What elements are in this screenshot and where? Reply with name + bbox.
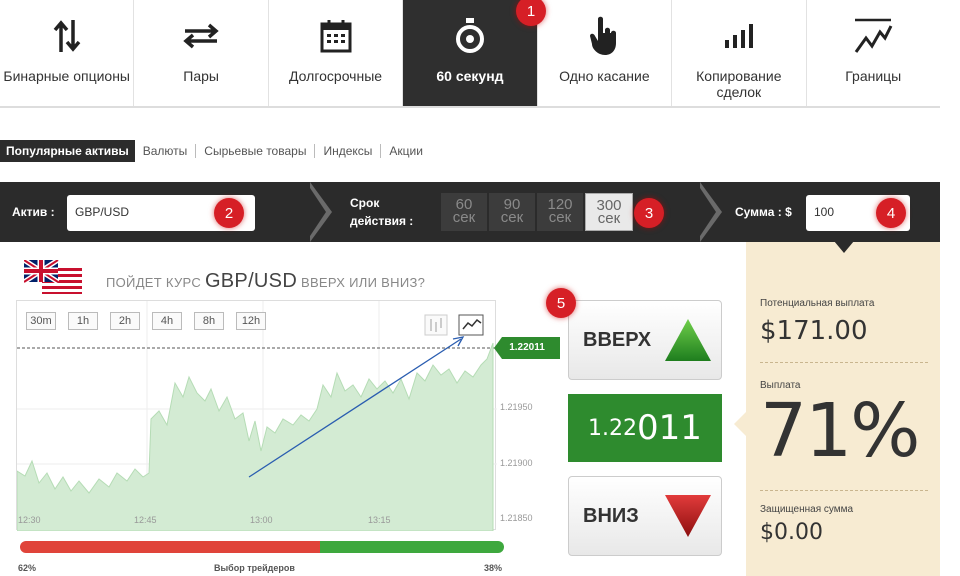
y-tick-label: 1.21900	[500, 458, 533, 468]
category-currencies[interactable]: Валюты	[135, 144, 196, 158]
asset-label: Актив :	[12, 205, 55, 219]
asset-categories: Популярные активы Валюты Сырьевые товары…	[0, 140, 431, 162]
potential-payout-label: Потенциальная выплата	[760, 298, 875, 309]
amount-label: Сумма : $	[735, 205, 792, 219]
product-tabs: Бинарные опционы Пары Долгосрочные 60 се…	[0, 0, 940, 108]
timeframe-button[interactable]: 8h	[194, 312, 224, 330]
traders-choice-left-pct: 62%	[18, 563, 37, 573]
chevron-divider	[306, 182, 326, 242]
up-down-arrows-icon	[52, 14, 82, 58]
up-button-label: ВВЕРХ	[583, 328, 652, 351]
traders-choice-bar	[20, 541, 504, 553]
tab-binary-options[interactable]: Бинарные опционы	[0, 0, 135, 106]
trend-line-icon	[853, 14, 893, 58]
expiry-label: действия :	[350, 214, 414, 228]
timeframe-button[interactable]: 4h	[152, 312, 182, 330]
payout-percent: 71%	[760, 388, 920, 474]
pointer-hand-icon	[589, 14, 619, 58]
category-popular[interactable]: Популярные активы	[0, 140, 135, 162]
timeframe-button[interactable]: 1h	[68, 312, 98, 330]
call-up-button[interactable]: ВВЕРХ	[568, 300, 722, 380]
x-tick-label: 13:00	[250, 515, 273, 525]
tab-one-touch[interactable]: Одно касание	[538, 0, 673, 106]
price-chart	[16, 300, 497, 531]
x-tick-label: 12:45	[134, 515, 157, 525]
down-button-label: ВНИЗ	[583, 504, 639, 527]
expiry-option[interactable]: 90 сек	[489, 193, 535, 231]
stopwatch-icon	[455, 14, 485, 58]
y-tick-label: 1.21850	[500, 513, 533, 523]
current-price-tag: 1.22011	[494, 337, 560, 359]
panel-notch	[734, 412, 746, 436]
traders-choice-label: Выбор трейдеров	[214, 563, 295, 573]
category-stocks[interactable]: Акции	[380, 144, 431, 158]
tab-label: Копирование сделок	[696, 68, 782, 100]
step-badge: 4	[876, 198, 906, 228]
bar-chart-icon	[724, 14, 754, 58]
category-commodities[interactable]: Сырьевые товары	[195, 144, 314, 158]
calendar-icon	[320, 14, 352, 58]
swap-arrows-icon	[181, 14, 221, 58]
traders-choice-up-share	[20, 541, 321, 553]
traders-choice-down-share	[320, 541, 504, 553]
x-tick-label: 12:30	[18, 515, 41, 525]
tab-long-term[interactable]: Долгосрочные	[269, 0, 404, 106]
expiry-option-selected[interactable]: 300 сек	[585, 193, 633, 231]
step-badge: 3	[634, 198, 664, 228]
headline-pair: GBP/USD	[204, 270, 298, 292]
panel-pointer	[834, 241, 854, 253]
current-price-display: 1.22 011	[568, 394, 722, 462]
category-indices[interactable]: Индексы	[314, 144, 380, 158]
chevron-divider	[696, 182, 716, 242]
tab-boundaries[interactable]: Границы	[807, 0, 940, 106]
expiry-options: 60 сек 90 сек 120 сек 300 сек	[441, 193, 633, 231]
headline: ПОЙДЕТ КУРС GBP/USD ВВЕРХ ИЛИ ВНИЗ?	[106, 270, 426, 292]
divider	[760, 362, 928, 363]
down-triangle-icon	[665, 495, 711, 537]
potential-payout-value: $171.00	[760, 316, 868, 346]
tab-label: 60 секунд	[436, 68, 504, 84]
traders-choice-right-pct: 38%	[484, 563, 503, 573]
timeframe-button[interactable]: 2h	[110, 312, 140, 330]
tab-copy-trading[interactable]: Копирование сделок	[672, 0, 807, 106]
expiry-label: Срок	[350, 196, 380, 210]
timeframe-button[interactable]: 12h	[236, 312, 266, 330]
tab-label: Бинарные опционы	[3, 68, 130, 84]
tab-label: Пары	[183, 68, 219, 84]
price-area	[17, 342, 494, 531]
payout-panel: Потенциальная выплата $171.00 Выплата 71…	[746, 241, 940, 576]
up-triangle-icon	[665, 319, 711, 361]
tab-label: Границы	[845, 68, 902, 84]
step-badge: 2	[214, 198, 244, 228]
divider	[760, 490, 928, 491]
tab-label: Одно касание	[559, 68, 650, 84]
put-down-button[interactable]: ВНИЗ	[568, 476, 722, 556]
uk-us-flag-icon	[22, 257, 84, 296]
protected-amount-value: $0.00	[760, 520, 823, 545]
y-tick-label: 1.21950	[500, 402, 533, 412]
tab-pairs[interactable]: Пары	[134, 0, 269, 106]
timeframe-button[interactable]: 30m	[26, 312, 56, 330]
step-badge: 5	[546, 288, 576, 318]
tab-label: Долгосрочные	[289, 68, 383, 84]
x-tick-label: 13:15	[368, 515, 391, 525]
expiry-option[interactable]: 60 сек	[441, 193, 487, 231]
protected-amount-label: Защищенная сумма	[760, 504, 854, 515]
expiry-option[interactable]: 120 сек	[537, 193, 583, 231]
